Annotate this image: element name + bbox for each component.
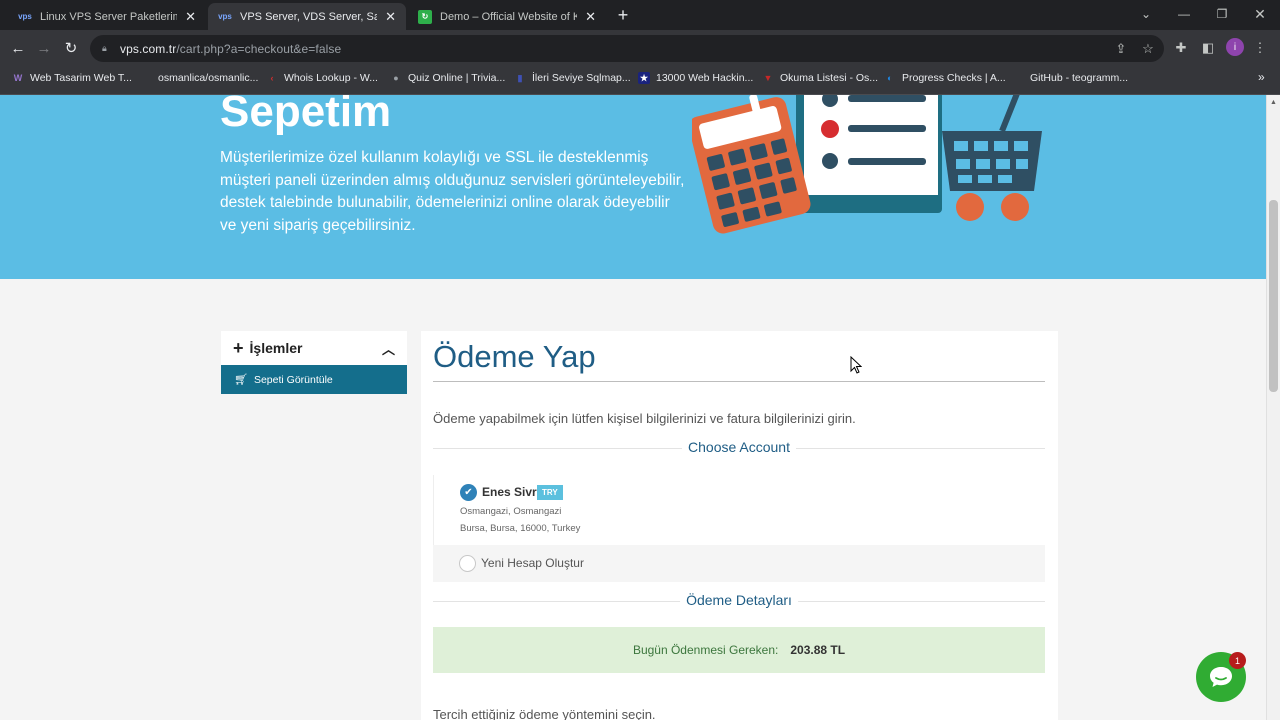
plus-icon: + [233,337,244,358]
sidebar-item-view-cart[interactable]: 🛒︎ Sepeti Görüntüle [221,365,407,394]
bookmark-icon: ◐ [887,73,893,83]
bookmark-item[interactable]: W Web Tasarim Web T... [12,72,132,84]
total-due-value: 203.88 TL [790,643,846,657]
bookmark-item[interactable]: ▼ Okuma Listesi - Os... [762,72,879,84]
choose-account-heading: Choose Account [433,439,1045,455]
address-bar[interactable]: 🔒︎ vps.com.tr/cart.php?a=checkout&e=fals… [90,35,1164,62]
tab-strip: vps Linux VPS Server Paketlerimizi Hemen… [0,0,1280,30]
bookmark-icon: ★ [638,72,650,84]
restore-icon[interactable]: ❐ [1203,0,1241,28]
menu-icon[interactable]: ⋮ [1250,38,1270,58]
lock-icon[interactable]: 🔒︎ [102,43,112,54]
close-window-icon[interactable]: ✕ [1241,0,1279,28]
bookmark-icon: W [13,73,23,83]
sidebar-heading: İşlemler [249,340,303,356]
side-panel-icon[interactable]: ◧ [1198,38,1218,58]
chat-bubble-icon [1210,667,1232,687]
new-tab-button[interactable]: + [612,4,634,26]
cart-icon: 🛒︎ [234,374,248,386]
new-account-label: Yeni Hesap Oluştur [481,556,584,570]
tab-title: Linux VPS Server Paketlerimizi Hemen İnc… [40,10,177,23]
page-content: Sepetim Müşterilerimize özel kullanım ko… [0,95,1266,720]
checkout-intro: Ödeme yapabilmek için lütfen kişisel bil… [433,411,856,426]
checkout-title: Ödeme Yap [433,339,596,374]
chat-notification-badge: 1 [1229,652,1246,669]
chevron-up-icon[interactable]: ︿ [382,339,395,358]
tab-linux-vps[interactable]: vps Linux VPS Server Paketlerimizi Hemen… [8,3,206,30]
total-due-label: Bugün Ödenmesi Gereken: [632,643,779,657]
more-bookmarks-button[interactable]: » [1258,70,1265,84]
profile-avatar[interactable]: i [1226,38,1244,56]
bookmark-icon [140,72,152,84]
account-address-line: Osmangazi, Osmangazi [460,506,562,517]
vps-favicon-icon: vps [218,12,232,21]
total-due-box: Bugün Ödenmesi Gereken: 203.88 TL [433,627,1045,673]
account-option-new[interactable]: Yeni Hesap Oluştur [433,545,1045,582]
share-icon[interactable]: ⇪ [1111,39,1131,59]
tab-title: VPS Server, VDS Server, Sanal Sunucu [240,10,378,23]
bookmarks-bar: W Web Tasarim Web T... osmanlica/osmanlic… [0,66,1280,95]
bookmark-icon: ▼ [763,73,773,83]
radio-button[interactable] [459,555,476,572]
reload-icon[interactable]: ↻ [60,37,82,59]
koha-favicon-icon: ↻ [418,9,432,24]
close-tab-icon[interactable]: ✕ [585,9,596,25]
divider [433,381,1045,382]
tab-vps-server[interactable]: vps VPS Server, VDS Server, Sanal Sunucu… [208,3,406,30]
url-text[interactable]: vps.com.tr/cart.php?a=checkout&e=false [120,42,341,56]
back-icon[interactable]: ← [7,37,29,59]
tab-title: Demo – Official Website of Koha [440,10,578,23]
payment-method-prompt: Tercih ettiğiniz ödeme yöntemini seçin. [433,707,656,720]
bookmark-icon: ‹ [270,73,274,83]
checkmark-icon[interactable]: ✔ [460,484,477,501]
vps-favicon-icon: vps [18,12,32,21]
browser-toolbar: ← → ↻ 🔒︎ vps.com.tr/cart.php?a=checkout&… [0,30,1280,66]
sidebar: + İşlemler ︿ 🛒︎ Sepeti Görüntüle [221,331,407,394]
bookmark-icon: ▮ [517,72,523,83]
account-option-existing[interactable]: ✔ Enes Sivri TRY Osmangazi, Osmangazi Bu… [433,475,1045,545]
close-tab-icon[interactable]: ✕ [185,9,196,25]
forward-icon[interactable]: → [33,37,55,59]
bookmark-item[interactable]: ‹ Whois Lookup - W... [266,72,378,84]
tab-koha-demo[interactable]: ↻ Demo – Official Website of Koha ✕ [408,3,606,30]
account-name: Enes Sivri [482,485,541,499]
account-address-line: Bursa, Bursa, 16000, Turkey [460,523,581,534]
scrollbar-thumb[interactable] [1269,200,1278,392]
hero-banner: Sepetim Müşterilerimize özel kullanım ko… [0,95,1266,279]
bookmark-star-icon[interactable]: ☆ [1138,39,1158,59]
payment-details-heading: Ödeme Detayları [433,592,1045,608]
bookmark-item[interactable]: ● Quiz Online | Trivia... [390,72,505,84]
mouse-cursor-icon [850,356,862,374]
sidebar-item-label: Sepeti Görüntüle [253,373,333,386]
page-title: Sepetim [220,95,392,136]
scroll-up-icon[interactable]: ▲ [1270,99,1277,106]
bookmark-item[interactable]: osmanlica/osmanlic... [140,72,258,84]
close-tab-icon[interactable]: ✕ [385,9,396,25]
bookmark-item[interactable]: ▮ İleri Seviye Sqlmap... [514,72,631,84]
minimize-icon[interactable]: — [1165,0,1203,28]
page-scrollbar[interactable]: ▲ [1266,95,1280,720]
bookmark-icon [1012,72,1024,84]
checkout-panel: Ödeme Yap Ödeme yapabilmek için lütfen k… [421,331,1058,720]
bookmark-item[interactable]: ★ 13000 Web Hackin... [638,72,753,84]
tab-search-icon[interactable]: ⌄ [1127,0,1165,28]
sidebar-header[interactable]: + İşlemler ︿ [221,331,407,365]
shopping-illustration-icon [692,95,1042,234]
currency-badge: TRY [537,485,563,500]
bookmark-icon: ● [393,73,399,83]
extensions-icon[interactable]: ✚ [1171,38,1191,58]
hero-description: Müşterilerimize özel kullanım kolaylığı … [220,149,685,235]
bookmark-item[interactable]: GitHub - teogramm... [1012,72,1128,84]
bookmark-item[interactable]: ◐ Progress Checks | A... [884,72,1005,84]
